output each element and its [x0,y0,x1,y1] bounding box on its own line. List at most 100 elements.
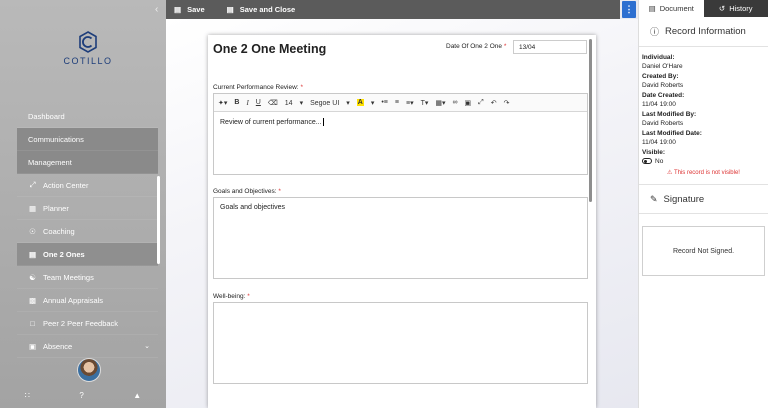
font-family-select[interactable]: Segoe UI ▾ [310,99,350,107]
sidebar-item-coaching[interactable]: ☉ Coaching [17,220,158,243]
align-icon[interactable]: ≡▾ [406,99,414,107]
numbered-list-icon[interactable]: ≡ [395,99,399,106]
date-created-label: Date Created: [642,92,685,99]
link-icon[interactable]: ∞ [453,99,458,106]
sidebar-item-peer-2-peer-feedback[interactable]: □ Peer 2 Peer Feedback [17,312,158,335]
sidebar-item-one-2-ones[interactable]: ▤ One 2 Ones [17,243,158,266]
sidebar: ‹ COTILLO Dashboard Communications Manag… [0,0,166,408]
redo-icon[interactable]: ↷ [504,99,510,107]
apps-grid-icon[interactable]: ∷ [25,391,30,400]
toggle-icon [642,158,652,165]
briefcase-icon: ▣ [28,341,37,351]
signature-box[interactable]: Record Not Signed. [642,226,765,276]
collapse-chevron-icon[interactable]: ‹ [155,4,158,15]
last-modified-by-label: Last Modified By: [642,111,697,118]
image-icon[interactable]: ▣ [465,99,472,107]
sidebar-item-label: One 2 Ones [43,249,85,259]
sidebar-scrollbar[interactable] [157,176,160,264]
calendar-icon: ▦ [28,203,37,213]
info-icon: ⋮ [624,4,634,14]
sidebar-item-team-meetings[interactable]: ☯ Team Meetings [17,266,158,289]
signature-header: ✎ Signature [639,184,768,214]
table-icon[interactable]: ▦▾ [435,99,445,107]
bullet-list-icon[interactable]: •≡ [381,99,388,106]
performance-review-editor[interactable]: ✦▾ B I U ⌫ 14 ▾ Segoe UI ▾ A ▾ •≡ ≡ ≡▾ T▾ … [213,93,588,175]
document-icon: ▤ [648,4,656,13]
expand-icon: ⤢ [29,180,36,189]
panel-tabs: ▤ Document ↺ History [639,0,768,17]
individual-value: Daniel O'Hare [642,63,683,70]
font-size-select[interactable]: 14 ▾ [285,99,303,107]
save-icon: ▤ [174,5,182,14]
magic-wand-icon[interactable]: ✦▾ [218,99,227,107]
visible-toggle[interactable]: No [642,158,765,165]
highlight-color-icon[interactable]: A [356,99,364,106]
logo: COTILLO [58,30,118,66]
eraser-icon[interactable]: ⌫ [268,99,278,107]
last-modified-date-value: 11/04 19:00 [642,139,676,146]
created-by-value: David Roberts [642,82,684,89]
sidebar-item-label: Communications [28,134,84,144]
date-created-value: 11/04 19:00 [642,101,676,108]
sidebar-item-management[interactable]: Management [17,151,158,174]
sidebar-nav: Dashboard Communications Management ⤢ Ac… [17,105,158,358]
text-style-icon[interactable]: T▾ [421,99,429,107]
record-panel: ▤ Document ↺ History ⓘ Record Informatio… [638,0,768,408]
sidebar-item-action-center[interactable]: ⤢ Action Center [17,174,158,197]
sidebar-footer: ∷ ? ▲ [0,388,166,402]
warning-icon: ⚠ [667,170,673,176]
italic-button[interactable]: I [246,99,248,107]
chevron-down-icon: ⌄ [144,343,150,350]
field-label-goals: Goals and Objectives: * [213,188,281,195]
signature-icon: ✎ [650,193,658,204]
wellbeing-editor[interactable] [213,302,588,384]
editor-content[interactable]: Goals and objectives [214,198,587,217]
editor-content[interactable]: Review of current performance... [214,112,587,132]
tab-history[interactable]: ↺ History [703,0,768,17]
avatar[interactable] [77,358,101,382]
sidebar-item-annual-appraisals[interactable]: ▩ Annual Appraisals [17,289,158,312]
cotillo-logo-icon [79,31,97,53]
sidebar-item-planner[interactable]: ▦ Planner [17,197,158,220]
underline-button[interactable]: U [256,99,261,106]
sidebar-item-label: Peer 2 Peer Feedback [43,318,119,328]
visible-label: Visible: [642,149,666,156]
save-close-label: Save and Close [239,5,296,14]
field-label-performance-review: Current Performance Review: * [213,84,303,91]
editor-content[interactable] [214,303,587,315]
rich-text-toolbar: ✦▾ B I U ⌫ 14 ▾ Segoe UI ▾ A ▾ •≡ ≡ ≡▾ T▾ … [214,94,587,112]
record-info-header: ⓘ Record Information [639,17,768,47]
record-info: Individual: Daniel O'Hare Created By: Da… [639,47,768,180]
compass-icon: ☉ [29,226,36,236]
goals-editor[interactable]: Goals and objectives [213,197,588,279]
one-to-one-icon: ▤ [28,249,37,259]
sidebar-item-communications[interactable]: Communications [17,128,158,151]
date-label: Date Of One 2 One * [446,43,507,50]
sidebar-item-label: Annual Appraisals [43,295,104,305]
fullscreen-icon[interactable]: ⤢ [478,99,484,107]
sidebar-item-label: Action Center [43,180,89,190]
field-label-wellbeing: Well-being: * [213,293,250,300]
tab-document[interactable]: ▤ Document [639,0,704,17]
history-icon: ↺ [718,4,726,13]
last-modified-by-value: David Roberts [642,120,684,127]
info-button[interactable]: ⋮ [622,1,636,18]
undo-icon[interactable]: ↶ [491,99,497,107]
help-icon[interactable]: ? [79,391,83,400]
color-dropdown-icon[interactable]: ▾ [371,99,375,107]
save-and-close-button[interactable]: ▤ Save and Close [227,5,296,14]
date-input[interactable]: 13/04 [513,40,587,54]
chart-icon: ▩ [28,295,37,305]
bold-button[interactable]: B [234,99,239,106]
individual-label: Individual: [642,54,675,61]
sidebar-item-absence[interactable]: ▣ Absence ⌄ [17,335,158,358]
last-modified-date-label: Last Modified Date: [642,130,702,137]
users-icon: ☯ [29,272,36,282]
top-toolbar: ▤ Save ▤ Save and Close [166,0,620,19]
sidebar-item-label: Team Meetings [43,272,94,282]
bell-icon[interactable]: ▲ [133,391,141,400]
sidebar-item-label: Planner [43,203,69,213]
sidebar-item-dashboard[interactable]: Dashboard [17,105,158,128]
save-button[interactable]: ▤ Save [174,5,205,14]
document-scrollbar[interactable] [589,39,592,202]
